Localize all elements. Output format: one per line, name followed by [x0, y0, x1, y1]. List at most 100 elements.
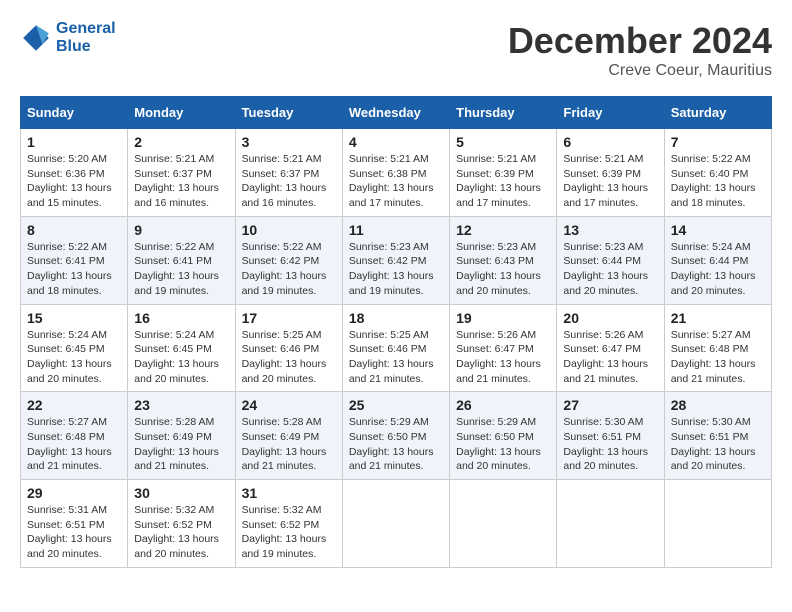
calendar-header-row: SundayMondayTuesdayWednesdayThursdayFrid…: [21, 97, 772, 129]
day-info: Sunrise: 5:28 AM Sunset: 6:49 PM Dayligh…: [242, 415, 336, 474]
day-info: Sunrise: 5:21 AM Sunset: 6:39 PM Dayligh…: [563, 152, 657, 211]
calendar-cell: 27Sunrise: 5:30 AM Sunset: 6:51 PM Dayli…: [557, 392, 664, 480]
day-number: 9: [134, 222, 228, 238]
day-number: 28: [671, 397, 765, 413]
day-header-friday: Friday: [557, 97, 664, 129]
calendar-cell: 2 Sunrise: 5:21 AM Sunset: 6:37 PM Daylig…: [128, 129, 235, 217]
location-title: Creve Coeur, Mauritius: [508, 62, 772, 80]
day-info: Sunrise: 5:21 AM Sunset: 6:37 PM Dayligh…: [242, 152, 336, 211]
calendar-cell: 16Sunrise: 5:24 AM Sunset: 6:45 PM Dayli…: [128, 304, 235, 392]
calendar-cell: 25Sunrise: 5:29 AM Sunset: 6:50 PM Dayli…: [342, 392, 449, 480]
day-info: Sunrise: 5:27 AM Sunset: 6:48 PM Dayligh…: [671, 328, 765, 387]
calendar-cell: 30 Sunrise: 5:32 AM Sunset: 6:52 PM Dayli…: [128, 480, 235, 568]
day-info: Sunrise: 5:23 AM Sunset: 6:43 PM Dayligh…: [456, 240, 550, 299]
day-number: 31: [242, 485, 336, 501]
day-info: Sunrise: 5:24 AM Sunset: 6:45 PM Dayligh…: [134, 328, 228, 387]
calendar-week-3: 15 Sunrise: 5:24 AM Sunset: 6:45 PM Dayli…: [21, 304, 772, 392]
calendar-cell: 17Sunrise: 5:25 AM Sunset: 6:46 PM Dayli…: [235, 304, 342, 392]
day-number: 20: [563, 310, 657, 326]
calendar-cell: 7Sunrise: 5:22 AM Sunset: 6:40 PM Daylig…: [664, 129, 771, 217]
calendar-week-5: 29Sunrise: 5:31 AM Sunset: 6:51 PM Dayli…: [21, 480, 772, 568]
calendar-cell: 21 Sunrise: 5:27 AM Sunset: 6:48 PM Dayli…: [664, 304, 771, 392]
calendar-cell: [342, 480, 449, 568]
calendar-cell: 19 Sunrise: 5:26 AM Sunset: 6:47 PM Dayli…: [450, 304, 557, 392]
day-number: 11: [349, 222, 443, 238]
day-header-tuesday: Tuesday: [235, 97, 342, 129]
calendar-cell: 31 Sunrise: 5:32 AM Sunset: 6:52 PM Dayli…: [235, 480, 342, 568]
day-info: Sunrise: 5:22 AM Sunset: 6:41 PM Dayligh…: [27, 240, 121, 299]
day-number: 4: [349, 134, 443, 150]
day-number: 2: [134, 134, 228, 150]
calendar-cell: 15Sunrise: 5:24 AM Sunset: 6:45 PM Dayli…: [21, 304, 128, 392]
calendar-cell: 22 Sunrise: 5:27 AM Sunset: 6:48 PM Dayli…: [21, 392, 128, 480]
day-info: Sunrise: 5:32 AM Sunset: 6:52 PM Dayligh…: [242, 503, 336, 562]
calendar-week-4: 22 Sunrise: 5:27 AM Sunset: 6:48 PM Dayli…: [21, 392, 772, 480]
calendar-cell: 23 Sunrise: 5:28 AM Sunset: 6:49 PM Dayli…: [128, 392, 235, 480]
day-info: Sunrise: 5:24 AM Sunset: 6:44 PM Dayligh…: [671, 240, 765, 299]
calendar-week-2: 8 Sunrise: 5:22 AM Sunset: 6:41 PM Daylig…: [21, 216, 772, 304]
day-info: Sunrise: 5:30 AM Sunset: 6:51 PM Dayligh…: [671, 415, 765, 474]
logo-text: General Blue: [56, 20, 116, 56]
calendar-cell: [664, 480, 771, 568]
day-number: 1: [27, 134, 121, 150]
day-number: 12: [456, 222, 550, 238]
day-number: 7: [671, 134, 765, 150]
day-number: 19: [456, 310, 550, 326]
day-info: Sunrise: 5:25 AM Sunset: 6:46 PM Dayligh…: [242, 328, 336, 387]
day-header-monday: Monday: [128, 97, 235, 129]
day-info: Sunrise: 5:21 AM Sunset: 6:39 PM Dayligh…: [456, 152, 550, 211]
calendar-cell: 29Sunrise: 5:31 AM Sunset: 6:51 PM Dayli…: [21, 480, 128, 568]
logo: General Blue: [20, 20, 116, 56]
day-info: Sunrise: 5:20 AM Sunset: 6:36 PM Dayligh…: [27, 152, 121, 211]
calendar-table: SundayMondayTuesdayWednesdayThursdayFrid…: [20, 96, 772, 568]
day-info: Sunrise: 5:23 AM Sunset: 6:44 PM Dayligh…: [563, 240, 657, 299]
header: General Blue December 2024 Creve Coeur, …: [20, 20, 772, 80]
day-info: Sunrise: 5:22 AM Sunset: 6:42 PM Dayligh…: [242, 240, 336, 299]
page-container: General Blue December 2024 Creve Coeur, …: [20, 20, 772, 568]
day-number: 6: [563, 134, 657, 150]
day-header-thursday: Thursday: [450, 97, 557, 129]
calendar-cell: 9 Sunrise: 5:22 AM Sunset: 6:41 PM Daylig…: [128, 216, 235, 304]
calendar-cell: 1 Sunrise: 5:20 AM Sunset: 6:36 PM Daylig…: [21, 129, 128, 217]
calendar-cell: 13 Sunrise: 5:23 AM Sunset: 6:44 PM Dayli…: [557, 216, 664, 304]
day-number: 22: [27, 397, 121, 413]
calendar-cell: 18Sunrise: 5:25 AM Sunset: 6:46 PM Dayli…: [342, 304, 449, 392]
day-info: Sunrise: 5:28 AM Sunset: 6:49 PM Dayligh…: [134, 415, 228, 474]
day-number: 3: [242, 134, 336, 150]
calendar-cell: [557, 480, 664, 568]
calendar-cell: 14 Sunrise: 5:24 AM Sunset: 6:44 PM Dayli…: [664, 216, 771, 304]
calendar-cell: 24Sunrise: 5:28 AM Sunset: 6:49 PM Dayli…: [235, 392, 342, 480]
day-number: 23: [134, 397, 228, 413]
day-info: Sunrise: 5:22 AM Sunset: 6:41 PM Dayligh…: [134, 240, 228, 299]
title-section: December 2024 Creve Coeur, Mauritius: [508, 20, 772, 80]
calendar-cell: 3 Sunrise: 5:21 AM Sunset: 6:37 PM Daylig…: [235, 129, 342, 217]
day-number: 26: [456, 397, 550, 413]
day-header-wednesday: Wednesday: [342, 97, 449, 129]
day-number: 30: [134, 485, 228, 501]
calendar-cell: 11 Sunrise: 5:23 AM Sunset: 6:42 PM Dayli…: [342, 216, 449, 304]
day-number: 14: [671, 222, 765, 238]
logo-icon: [20, 22, 52, 54]
calendar-cell: 20 Sunrise: 5:26 AM Sunset: 6:47 PM Dayli…: [557, 304, 664, 392]
day-number: 27: [563, 397, 657, 413]
calendar-cell: [450, 480, 557, 568]
day-info: Sunrise: 5:26 AM Sunset: 6:47 PM Dayligh…: [563, 328, 657, 387]
day-info: Sunrise: 5:29 AM Sunset: 6:50 PM Dayligh…: [456, 415, 550, 474]
day-info: Sunrise: 5:32 AM Sunset: 6:52 PM Dayligh…: [134, 503, 228, 562]
calendar-cell: 12 Sunrise: 5:23 AM Sunset: 6:43 PM Dayli…: [450, 216, 557, 304]
day-info: Sunrise: 5:23 AM Sunset: 6:42 PM Dayligh…: [349, 240, 443, 299]
day-info: Sunrise: 5:29 AM Sunset: 6:50 PM Dayligh…: [349, 415, 443, 474]
day-number: 21: [671, 310, 765, 326]
day-number: 10: [242, 222, 336, 238]
day-info: Sunrise: 5:27 AM Sunset: 6:48 PM Dayligh…: [27, 415, 121, 474]
day-info: Sunrise: 5:21 AM Sunset: 6:38 PM Dayligh…: [349, 152, 443, 211]
day-info: Sunrise: 5:26 AM Sunset: 6:47 PM Dayligh…: [456, 328, 550, 387]
day-header-sunday: Sunday: [21, 97, 128, 129]
day-number: 15: [27, 310, 121, 326]
day-number: 13: [563, 222, 657, 238]
calendar-cell: 5Sunrise: 5:21 AM Sunset: 6:39 PM Daylig…: [450, 129, 557, 217]
calendar-cell: 8 Sunrise: 5:22 AM Sunset: 6:41 PM Daylig…: [21, 216, 128, 304]
day-info: Sunrise: 5:21 AM Sunset: 6:37 PM Dayligh…: [134, 152, 228, 211]
calendar-week-1: 1 Sunrise: 5:20 AM Sunset: 6:36 PM Daylig…: [21, 129, 772, 217]
day-number: 8: [27, 222, 121, 238]
